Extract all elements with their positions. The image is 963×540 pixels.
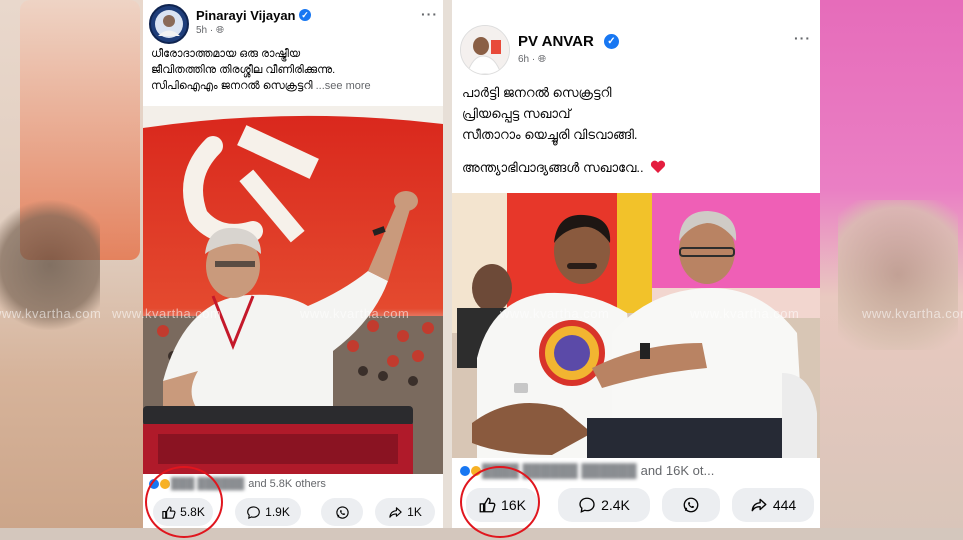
caption-line: ധീരോദാത്തമായ ഒരു രാഷ്ട്രീയ <box>151 48 301 60</box>
post-caption: ധീരോദാത്തമായ ഒരു രാഷ്ട്രീയ ജീവിതത്തിനു ത… <box>151 47 371 95</box>
comment-icon <box>579 497 595 513</box>
comment-icon <box>247 505 261 519</box>
share-count: 444 <box>772 497 797 513</box>
verified-badge-icon: ✓ <box>299 9 311 21</box>
see-more-link[interactable]: ...see more <box>316 80 371 92</box>
avatar[interactable] <box>460 25 510 75</box>
comment-button[interactable]: 1.9K <box>235 498 301 526</box>
post-caption: പാർട്ടി ജനറൽ സെക്രട്ടറി പ്രിയപ്പെട്ട സഖാ… <box>462 82 666 178</box>
reaction-count-text: and 16K ot... <box>640 463 715 478</box>
watermark: www.kvartha.com <box>862 306 963 321</box>
facebook-post-pinarayi: Pinarayi Vijayan ✓ 5h · 🌐︎ ··· ധീരോദാത്ത… <box>143 0 443 528</box>
author-name[interactable]: Pinarayi Vijayan <box>196 8 296 23</box>
post-header: PV ANVAR ✓ 6h · 🌐︎ ··· <box>452 0 820 75</box>
whatsapp-share-button[interactable] <box>321 498 363 526</box>
post-meta[interactable]: 5h · 🌐︎ <box>196 25 224 36</box>
watermark: www.kvartha.com <box>0 306 102 321</box>
heart-icon <box>651 160 666 173</box>
caption-line: സീതാറാം യെച്ചൂരി വിടവാങ്ങി. <box>462 127 638 142</box>
like-count-highlight-ring <box>460 466 540 538</box>
whatsapp-icon <box>335 505 349 519</box>
post-meta[interactable]: 6h · 🌐︎ <box>518 54 546 65</box>
post-photo[interactable] <box>143 106 443 474</box>
watermark: www.kvartha.com <box>500 306 610 321</box>
caption-line <box>462 145 666 157</box>
author-name[interactable]: PV ANVAR <box>518 33 594 50</box>
more-options-icon[interactable]: ··· <box>794 30 811 46</box>
caption-line: പ്രിയപ്പെട്ട സഖാവ് <box>462 106 571 121</box>
post-time: 5h <box>196 25 208 36</box>
post-header: Pinarayi Vijayan ✓ 5h · 🌐︎ ··· <box>143 0 443 44</box>
share-button[interactable]: 444 <box>732 488 814 522</box>
like-count-highlight-ring <box>145 466 223 538</box>
background-shape <box>838 200 958 350</box>
whatsapp-icon <box>683 497 699 513</box>
share-count: 1K <box>407 505 422 519</box>
caption-line: അന്ത്യാഭിവാദ്യങ്ങൾ സഖാവേ.. <box>462 157 666 178</box>
watermark: www.kvartha.com <box>690 306 800 321</box>
comment-count: 2.4K <box>601 497 630 513</box>
caption-line: ജീവിതത്തിനു തിരശ്ശീല വീണിരിക്കുന്നു. <box>151 63 336 76</box>
globe-icon: 🌐︎ <box>538 54 547 65</box>
share-icon <box>389 506 402 518</box>
watermark: www.kvartha.com <box>112 306 222 321</box>
comment-count: 1.9K <box>265 505 290 519</box>
globe-icon: 🌐︎ <box>216 25 225 36</box>
post-time: 6h <box>518 54 530 65</box>
reaction-count-text: and 5.8K others <box>248 478 326 490</box>
verified-badge-icon: ✓ <box>604 34 619 49</box>
like-reaction-icon <box>460 465 470 476</box>
comment-button[interactable]: 2.4K <box>558 488 650 522</box>
facebook-post-pv-anvar: PV ANVAR ✓ 6h · 🌐︎ ··· പാർട്ടി ജനറൽ സെക്… <box>452 0 820 528</box>
background-right-blur <box>818 0 963 540</box>
caption-line: പാർട്ടി ജനറൽ സെക്രട്ടറി <box>462 85 612 100</box>
caption-line: സിപിഐഎം ജനറൽ സെക്രട്ടറി ...see more <box>151 79 371 92</box>
whatsapp-share-button[interactable] <box>662 488 720 522</box>
watermark: www.kvartha.com <box>300 306 410 321</box>
post-photo[interactable] <box>452 193 820 458</box>
background-left-blur <box>0 0 150 540</box>
share-button[interactable]: 1K <box>375 498 435 526</box>
avatar[interactable] <box>149 4 189 44</box>
more-options-icon[interactable]: ··· <box>421 6 438 22</box>
share-icon <box>751 498 767 512</box>
